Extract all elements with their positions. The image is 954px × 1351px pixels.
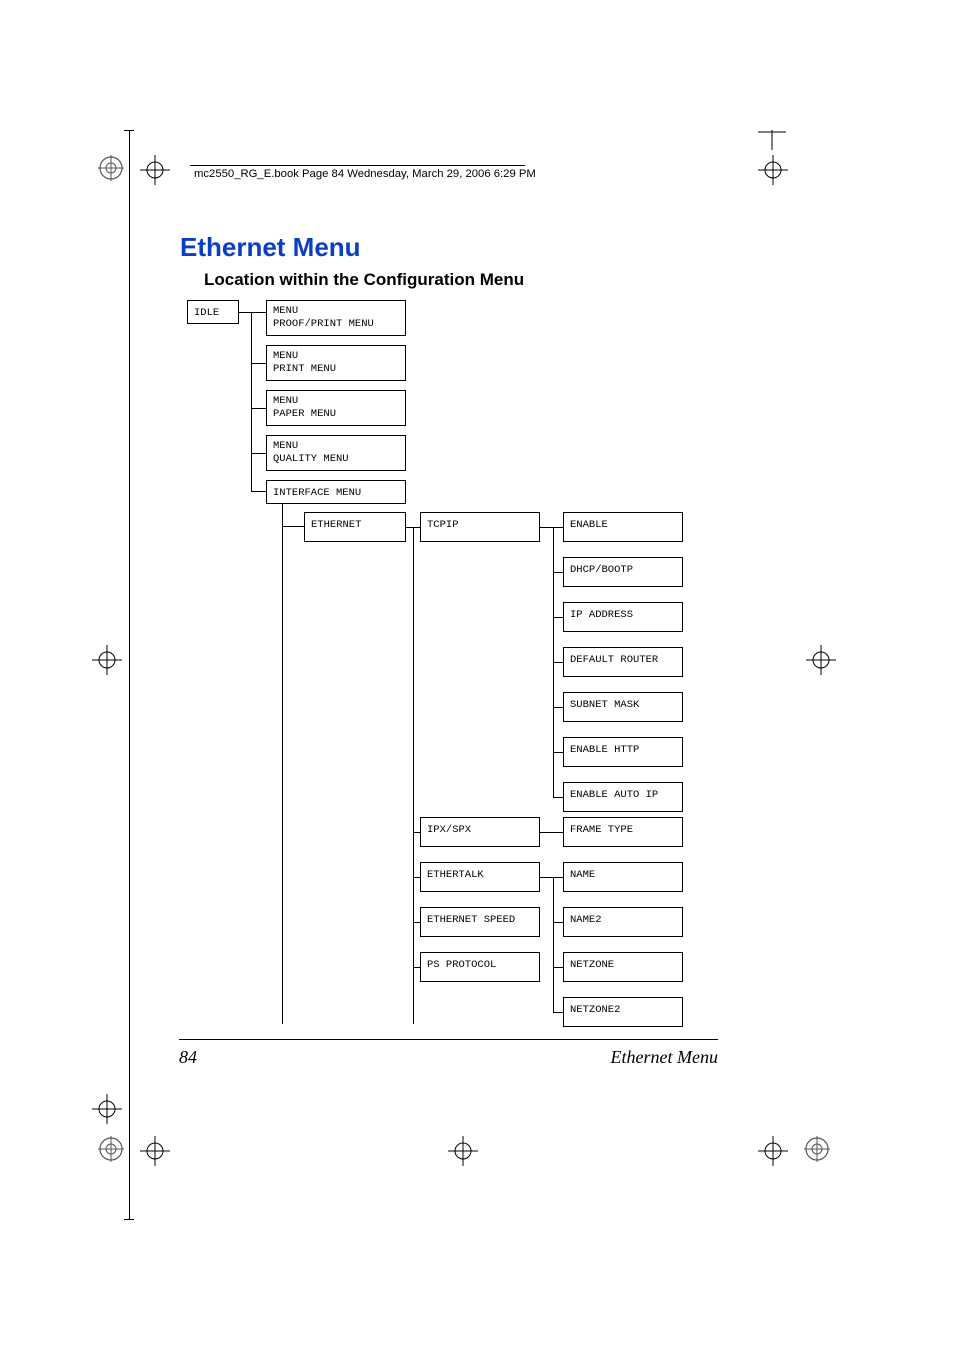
connector-line [553, 752, 563, 753]
tree-node-label: NETZONE [564, 953, 682, 978]
connector-line [413, 527, 414, 1024]
tree-node-label: MENU PRINT MENU [267, 346, 405, 380]
connector-line [553, 877, 563, 878]
page: mc2550_RG_E.book Page 84 Wednesday, Marc… [0, 0, 954, 1351]
connector-line [553, 572, 563, 573]
tree-node-label: DHCP/BOOTP [564, 558, 682, 583]
tree-node-tcpip-child: SUBNET MASK [563, 692, 683, 722]
heading-2: Location within the Configuration Menu [204, 270, 524, 290]
page-border-left [129, 130, 130, 1220]
corner-tick-icon [758, 130, 786, 155]
connector-line [553, 1012, 563, 1013]
registration-mark-icon [804, 1136, 830, 1162]
connector-line [553, 617, 563, 618]
tree-node-tcpip: TCPIP [420, 512, 540, 542]
connector-line [251, 408, 266, 409]
tree-node-menu: MENU PRINT MENU [266, 345, 406, 381]
connector-line [553, 877, 554, 1012]
tree-node-tcpip-child: ENABLE HTTP [563, 737, 683, 767]
tree-node-label: ETHERTALK [421, 863, 539, 888]
tree-node-ethertalk-child: NETZONE2 [563, 997, 683, 1027]
crosshair-icon [140, 155, 170, 185]
tree-node-label: ETHERNET [305, 513, 405, 538]
tree-node-ethertalk-child: NAME [563, 862, 683, 892]
footer-rule [179, 1039, 718, 1040]
tree-node-menu: MENU PROOF/PRINT MENU [266, 300, 406, 336]
connector-line [282, 504, 283, 1024]
footer-section: Ethernet Menu [611, 1047, 718, 1068]
tree-node-label: ENABLE [564, 513, 682, 538]
connector-line [413, 967, 420, 968]
tree-node-ps-protocol: PS PROTOCOL [420, 952, 540, 982]
tree-node-ethertalk: ETHERTALK [420, 862, 540, 892]
tree-node-ethertalk-child: NAME2 [563, 907, 683, 937]
crosshair-icon [758, 1136, 788, 1166]
crosshair-icon [448, 1136, 478, 1166]
connector-line [251, 312, 252, 492]
page-number: 84 [179, 1047, 197, 1068]
tree-node-ipxspx: IPX/SPX [420, 817, 540, 847]
tree-node-label: IP ADDRESS [564, 603, 682, 628]
connector-line [553, 707, 563, 708]
tree-node-interface-menu: INTERFACE MENU [266, 480, 406, 504]
connector-line [251, 453, 266, 454]
tree-node-ipxspx-child: FRAME TYPE [563, 817, 683, 847]
connector-line [251, 363, 266, 364]
connector-line [413, 527, 420, 528]
connector-line [282, 526, 304, 527]
connector-line [553, 797, 563, 798]
running-head: mc2550_RG_E.book Page 84 Wednesday, Marc… [194, 168, 536, 180]
tree-node-label: TCPIP [421, 513, 539, 538]
registration-mark-icon [98, 1136, 124, 1162]
tree-node-label: SUBNET MASK [564, 693, 682, 718]
tree-node-tcpip-child: DEFAULT ROUTER [563, 647, 683, 677]
tree-node-label: NAME [564, 863, 682, 888]
tree-node-tcpip-child: IP ADDRESS [563, 602, 683, 632]
tree-node-menu: MENU QUALITY MENU [266, 435, 406, 471]
tree-node-label: FRAME TYPE [564, 818, 682, 843]
page-border-tick [124, 130, 134, 131]
tree-node-label: INTERFACE MENU [267, 481, 405, 506]
connector-line [413, 832, 420, 833]
tree-node-tcpip-child: ENABLE [563, 512, 683, 542]
connector-line [553, 967, 563, 968]
crosshair-icon [92, 1094, 122, 1124]
connector-line [553, 922, 563, 923]
tree-node-label: ETHERNET SPEED [421, 908, 539, 933]
connector-line [251, 491, 266, 492]
tree-node-label: MENU PROOF/PRINT MENU [267, 301, 405, 335]
tree-node-ethernet-speed: ETHERNET SPEED [420, 907, 540, 937]
header-rule [190, 165, 525, 166]
heading-1: Ethernet Menu [180, 232, 361, 263]
crosshair-icon [806, 645, 836, 675]
connector-line [413, 922, 420, 923]
connector-line [553, 662, 563, 663]
tree-node-idle: IDLE [187, 300, 239, 324]
connector-line [540, 832, 563, 833]
tree-node-label: MENU PAPER MENU [267, 391, 405, 425]
tree-node-ethernet: ETHERNET [304, 512, 406, 542]
connector-line [239, 312, 266, 313]
crosshair-icon [140, 1136, 170, 1166]
tree-node-label: MENU QUALITY MENU [267, 436, 405, 470]
tree-node-tcpip-child: DHCP/BOOTP [563, 557, 683, 587]
tree-node-label: NETZONE2 [564, 998, 682, 1023]
tree-node-label: PS PROTOCOL [421, 953, 539, 978]
crosshair-icon [92, 645, 122, 675]
page-border-tick [124, 1219, 134, 1220]
tree-node-label: DEFAULT ROUTER [564, 648, 682, 673]
tree-node-label: ENABLE HTTP [564, 738, 682, 763]
tree-node-ethertalk-child: NETZONE [563, 952, 683, 982]
connector-line [553, 527, 563, 528]
crosshair-icon [758, 155, 788, 185]
connector-line [413, 877, 420, 878]
tree-node-label: ENABLE AUTO IP [564, 783, 682, 808]
registration-mark-icon [98, 155, 124, 181]
tree-node-label: IDLE [188, 301, 238, 326]
tree-node-label: NAME2 [564, 908, 682, 933]
tree-node-tcpip-child: ENABLE AUTO IP [563, 782, 683, 812]
tree-node-label: IPX/SPX [421, 818, 539, 843]
tree-node-menu: MENU PAPER MENU [266, 390, 406, 426]
